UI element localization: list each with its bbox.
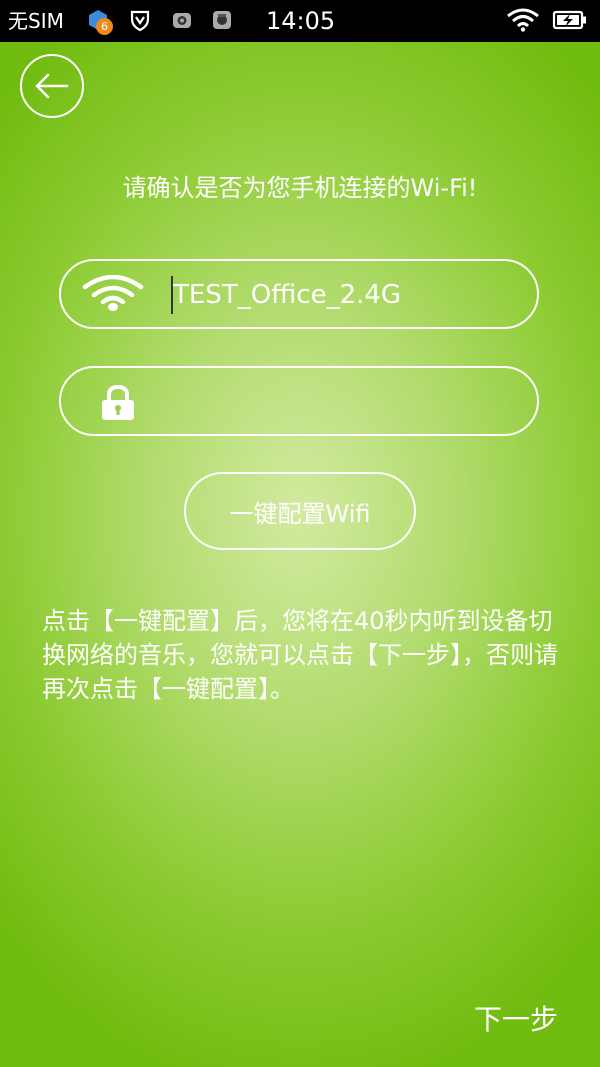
gallery-icon: [210, 8, 234, 32]
lock-icon: [99, 384, 137, 426]
carrier-label: 无SIM: [8, 9, 64, 33]
shield-icon: [128, 8, 152, 32]
one-click-config-button[interactable]: 一键配置Wifi: [184, 472, 416, 550]
config-button-label: 一键配置Wifi: [229, 499, 371, 528]
status-bar: 无SIM 6 14:05: [0, 0, 600, 42]
status-time: 14:05: [266, 7, 336, 35]
ssid-value[interactable]: TEST_Office_2.4G: [173, 278, 401, 312]
password-input[interactable]: [151, 380, 515, 426]
notification-badge: 6: [96, 18, 113, 35]
instructions-text: 点击【一键配置】后，您将在40秒内听到设备切换网络的音乐，您就可以点击【下一步】…: [42, 607, 558, 703]
battery-charging-icon: [552, 8, 588, 32]
ssid-field[interactable]: TEST_Office_2.4G: [59, 259, 539, 329]
back-button[interactable]: [20, 54, 84, 118]
page-title: 请确认是否为您手机连接的Wi-Fi!: [122, 174, 478, 202]
password-field[interactable]: [59, 366, 539, 436]
next-step-button[interactable]: 下一步: [474, 1000, 558, 1040]
camera-icon: [170, 8, 194, 32]
wifi-signal-icon: [506, 8, 540, 32]
wifi-icon: [81, 274, 145, 319]
